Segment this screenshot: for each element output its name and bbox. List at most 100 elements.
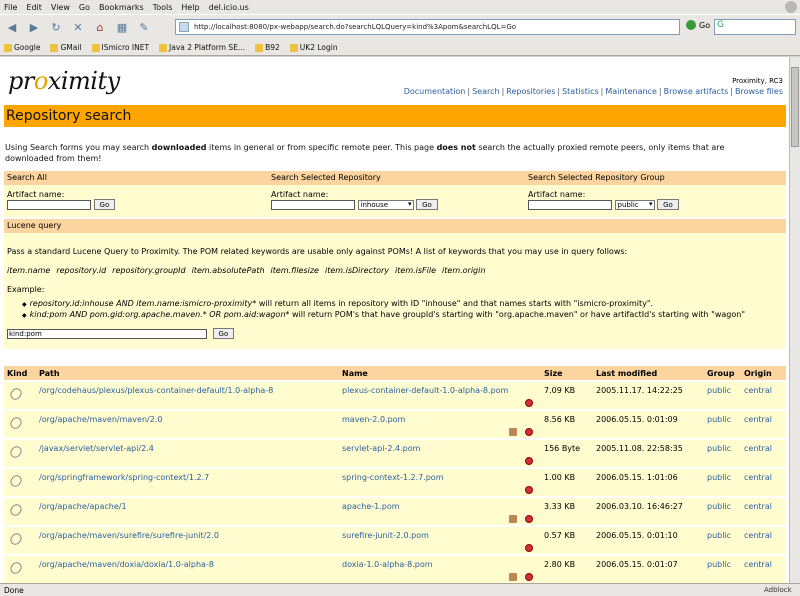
house-icon[interactable] xyxy=(509,573,517,581)
home-icon[interactable]: ⌂ xyxy=(91,19,109,37)
column-header-name[interactable]: Name xyxy=(339,366,541,380)
nav-link-browse-files[interactable]: Browse files xyxy=(735,87,783,96)
name-link[interactable]: servlet-api-2.4.pom xyxy=(342,444,420,453)
stop-icon[interactable]: ✕ xyxy=(69,19,87,37)
path-link[interactable]: /org/apache/maven/maven/2.0 xyxy=(36,411,339,438)
throbber-icon xyxy=(785,1,797,13)
bookmark-page-icon[interactable]: ▦ xyxy=(113,19,131,37)
repository-select[interactable]: inhouse xyxy=(357,199,414,210)
name-link[interactable]: doxia-1.0-alpha-8.pom xyxy=(342,560,433,569)
lucene-query-input[interactable]: kind:pom xyxy=(7,328,207,339)
origin-link[interactable]: central xyxy=(741,440,786,467)
nav-link-documentation[interactable]: Documentation xyxy=(404,87,466,96)
name-link[interactable]: surefire-junit-2.0.pom xyxy=(342,531,429,540)
group-link[interactable]: public xyxy=(704,382,741,409)
origin-link[interactable]: central xyxy=(741,411,786,438)
lucene-query-panel: Pass a standard Lucene Query to Proximit… xyxy=(4,233,786,349)
delete-icon[interactable] xyxy=(525,399,533,407)
origin-link[interactable]: central xyxy=(741,498,786,525)
name-link[interactable]: plexus-container-default-1.0-alpha-8.pom xyxy=(342,386,508,395)
modified-cell: 2006.03.10. 16:46:27 xyxy=(593,498,704,525)
group-link[interactable]: public xyxy=(704,440,741,467)
name-link[interactable]: maven-2.0.pom xyxy=(342,415,405,424)
group-link[interactable]: public xyxy=(704,527,741,554)
menu-item-tools[interactable]: Tools xyxy=(153,3,173,12)
search-group-go-button[interactable]: Go xyxy=(657,199,679,210)
delete-icon[interactable] xyxy=(525,515,533,523)
origin-link[interactable]: central xyxy=(741,527,786,554)
origin-link[interactable]: central xyxy=(741,556,786,583)
search-group-input[interactable] xyxy=(528,199,612,210)
paperclip-icon xyxy=(8,531,24,547)
group-link[interactable]: public xyxy=(704,556,741,583)
group-link[interactable]: public xyxy=(704,411,741,438)
search-repo-go-button[interactable]: Go xyxy=(416,199,438,210)
delete-icon[interactable] xyxy=(525,573,533,581)
origin-link[interactable]: central xyxy=(741,382,786,409)
nav-link-repositories[interactable]: Repositories xyxy=(506,87,555,96)
bookmark-item[interactable]: UK2 Login xyxy=(289,43,338,52)
menu-item-file[interactable]: File xyxy=(4,3,17,12)
group-link[interactable]: public xyxy=(704,498,741,525)
delete-icon[interactable] xyxy=(525,428,533,436)
search-repo-input[interactable] xyxy=(271,199,355,210)
column-header-group[interactable]: Group xyxy=(704,366,741,380)
delete-icon[interactable] xyxy=(525,457,533,465)
vertical-scrollbar[interactable] xyxy=(789,57,800,583)
adblock-label[interactable]: Adblock xyxy=(764,586,792,594)
house-icon[interactable] xyxy=(509,515,517,523)
search-repo-header: Search Selected Repository xyxy=(268,171,525,185)
paperclip-icon xyxy=(8,444,24,460)
go-button[interactable]: Go xyxy=(686,20,710,30)
group-link[interactable]: public xyxy=(704,469,741,496)
url-bar[interactable]: http://localhost:8080/px-webapp/search.d… xyxy=(175,19,680,35)
bookmark-item[interactable]: ISmicro INET xyxy=(91,43,149,52)
bookmark-item[interactable]: Java 2 Platform SE... xyxy=(159,43,245,52)
column-header-path[interactable]: Path xyxy=(36,366,339,380)
bookmark-item[interactable]: Google xyxy=(4,43,40,52)
forward-icon[interactable]: ▶ xyxy=(25,19,43,37)
house-icon[interactable] xyxy=(509,428,517,436)
origin-link[interactable]: central xyxy=(741,469,786,496)
bookmark-item[interactable]: B92 xyxy=(255,43,280,52)
menu-item-view[interactable]: View xyxy=(51,3,70,12)
table-row: /javax/servlet/servlet-api/2.4 servlet-ap… xyxy=(4,440,786,467)
menu-item-bookmarks[interactable]: Bookmarks xyxy=(99,3,144,12)
scrollbar-thumb[interactable] xyxy=(791,67,799,147)
search-all-input[interactable] xyxy=(7,199,91,210)
keyword-list: item.name repository.id repository.groupId… xyxy=(7,266,491,275)
group-select[interactable]: public xyxy=(614,199,655,210)
back-icon[interactable]: ◀ xyxy=(3,19,21,37)
reload-icon[interactable]: ↻ xyxy=(47,19,65,37)
nav-link-browse-artifacts[interactable]: Browse artifacts xyxy=(664,87,729,96)
delete-icon[interactable] xyxy=(525,486,533,494)
kind-cell xyxy=(4,527,36,554)
column-header-kind[interactable]: Kind xyxy=(4,366,36,380)
path-link[interactable]: /org/springframework/spring-context/1.2.… xyxy=(36,469,339,496)
menu-item-go[interactable]: Go xyxy=(79,3,90,12)
name-link[interactable]: spring-context-1.2.7.pom xyxy=(342,473,444,482)
name-link[interactable]: apache-1.pom xyxy=(342,502,400,511)
tag-icon[interactable]: ✎ xyxy=(135,19,153,37)
path-link[interactable]: /org/codehaus/plexus/plexus-container-de… xyxy=(36,382,339,409)
path-link[interactable]: /javax/servlet/servlet-api/2.4 xyxy=(36,440,339,467)
search-all-go-button[interactable]: Go xyxy=(93,199,116,210)
nav-link-statistics[interactable]: Statistics xyxy=(562,87,599,96)
menu-item-edit[interactable]: Edit xyxy=(26,3,42,12)
nav-link-maintenance[interactable]: Maintenance xyxy=(605,87,657,96)
column-header-origin[interactable]: Origin xyxy=(741,366,786,380)
nav-link-search[interactable]: Search xyxy=(472,87,499,96)
lucene-go-button[interactable]: Go xyxy=(212,328,235,339)
browser-search-input[interactable]: G xyxy=(714,19,796,35)
version-text: Proximity, RC3 xyxy=(732,77,783,85)
bookmark-item[interactable]: GMail xyxy=(50,43,82,52)
column-header-size[interactable]: Size xyxy=(541,366,593,380)
menu-item-del-icio-us[interactable]: del.icio.us xyxy=(209,3,249,12)
path-link[interactable]: /org/apache/maven/doxia/doxia/1.0-alpha-… xyxy=(36,556,339,583)
column-header-last-modified[interactable]: Last modified xyxy=(593,366,704,380)
nav-separator: | xyxy=(557,87,561,96)
delete-icon[interactable] xyxy=(525,544,533,552)
path-link[interactable]: /org/apache/maven/surefire/surefire-juni… xyxy=(36,527,339,554)
path-link[interactable]: /org/apache/apache/1 xyxy=(36,498,339,525)
menu-item-help[interactable]: Help xyxy=(181,3,199,12)
